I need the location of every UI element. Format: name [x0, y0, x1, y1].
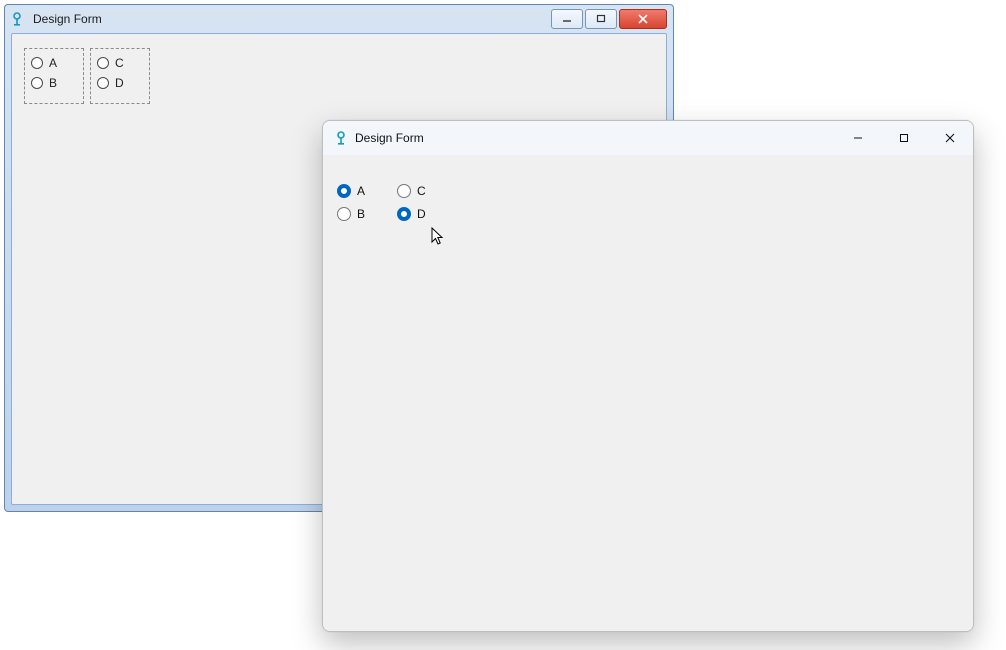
cursor-icon — [431, 227, 447, 250]
radio-b[interactable]: B — [337, 204, 365, 224]
radio-group-1[interactable]: A B — [24, 48, 84, 104]
radio-icon — [397, 207, 411, 221]
radio-a[interactable]: A — [31, 53, 77, 73]
radio-label: A — [357, 184, 365, 198]
radio-label: B — [49, 76, 57, 90]
caption-buttons — [835, 121, 973, 155]
radio-label: D — [417, 207, 426, 221]
radio-label: C — [417, 184, 426, 198]
minimize-button[interactable] — [551, 9, 583, 29]
radio-c[interactable]: C — [397, 181, 426, 201]
maximize-button[interactable] — [881, 121, 927, 155]
radio-icon — [337, 184, 351, 198]
radio-label: A — [49, 56, 57, 70]
radio-d[interactable]: D — [97, 73, 143, 93]
radio-label: B — [357, 207, 365, 221]
radio-c[interactable]: C — [97, 53, 143, 73]
radio-a[interactable]: A — [337, 181, 365, 201]
radio-b[interactable]: B — [31, 73, 77, 93]
radio-label: D — [115, 76, 124, 90]
radio-icon — [97, 57, 109, 69]
maximize-button[interactable] — [585, 9, 617, 29]
radio-icon — [31, 57, 43, 69]
radio-icon — [97, 77, 109, 89]
radio-group-2[interactable]: C D — [90, 48, 150, 104]
caption-buttons — [551, 9, 669, 29]
close-button[interactable] — [619, 9, 667, 29]
close-button[interactable] — [927, 121, 973, 155]
minimize-button[interactable] — [835, 121, 881, 155]
radio-icon — [337, 207, 351, 221]
radio-d[interactable]: D — [397, 204, 426, 224]
radio-label: C — [115, 56, 124, 70]
runtime-window-front: Design Form A B — [322, 120, 974, 632]
titlebar[interactable]: Design Form — [5, 5, 673, 33]
app-icon — [333, 130, 349, 146]
titlebar[interactable]: Design Form — [323, 121, 973, 155]
window-title: Design Form — [355, 131, 835, 145]
form-client: A B C D — [323, 155, 973, 631]
app-icon — [9, 11, 25, 27]
radio-icon — [397, 184, 411, 198]
window-title: Design Form — [29, 12, 551, 26]
radio-icon — [31, 77, 43, 89]
